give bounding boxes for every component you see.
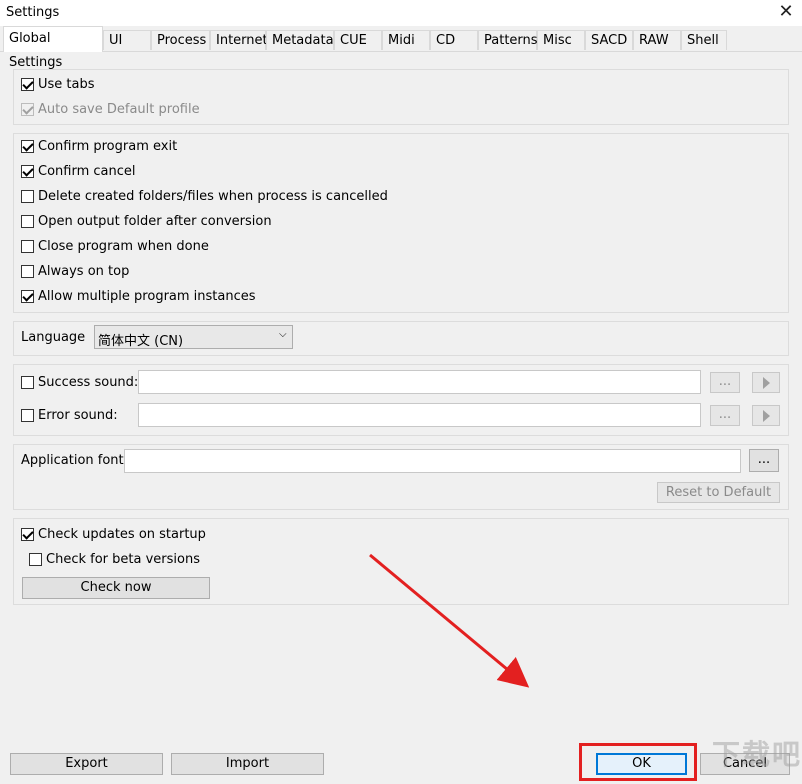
checkbox-label: Error sound: (38, 407, 118, 423)
confirm-exit-checkbox[interactable]: Confirm program exit (21, 137, 177, 155)
checkbox-box[interactable] (21, 408, 34, 422)
auto-save-checkbox: Auto save Default profile (21, 100, 200, 118)
title-bar: Settings ✕ (0, 0, 802, 26)
tab-process[interactable]: Process (151, 30, 210, 50)
play-icon (763, 410, 770, 422)
import-button[interactable]: Import (171, 753, 324, 775)
annotation-arrow (369, 553, 530, 688)
checkbox-label: Confirm program exit (38, 138, 178, 154)
annotation-highlight-box (579, 743, 697, 781)
success-sound-play-button[interactable] (752, 372, 780, 393)
button-label: Reset to Default (665, 485, 772, 500)
checkbox-box[interactable] (21, 264, 34, 278)
button-label: Import (225, 756, 270, 771)
success-sound-input[interactable] (138, 370, 701, 394)
reset-to-default-button[interactable]: Reset to Default (657, 482, 780, 503)
checkbox-box[interactable] (21, 214, 34, 228)
beta-versions-checkbox[interactable]: Check for beta versions (29, 550, 200, 568)
tab-label: Global Settings (9, 31, 63, 70)
multiple-instances-checkbox[interactable]: Allow multiple program instances (21, 287, 256, 305)
error-sound-checkbox[interactable]: Error sound: (21, 406, 118, 424)
button-label: Check now (80, 580, 152, 595)
tab-label: Internet (216, 33, 268, 48)
checkbox-box[interactable] (21, 139, 34, 153)
checkbox-label: Success sound: (38, 374, 139, 390)
confirm-cancel-checkbox[interactable]: Confirm cancel (21, 162, 135, 180)
play-icon (763, 377, 770, 389)
chevron-down-icon: ⌵ (279, 329, 287, 340)
window-title: Settings (6, 5, 60, 20)
tab-metadata[interactable]: Metadata (266, 30, 334, 50)
font-browse-button[interactable]: ... (749, 449, 779, 472)
checkbox-box[interactable] (29, 552, 42, 566)
tab-label: CD (436, 33, 456, 48)
success-sound-checkbox[interactable]: Success sound: (21, 373, 138, 391)
success-sound-browse-button[interactable]: ... (710, 372, 740, 393)
tab-global-settings[interactable]: Global Settings (3, 26, 103, 70)
checkbox-box[interactable] (21, 77, 34, 91)
tab-label: Process (157, 33, 207, 48)
error-sound-play-button[interactable] (752, 405, 780, 426)
tab-label: RAW (639, 33, 669, 48)
language-value: 简体中文 (CN) (98, 334, 184, 349)
tab-label: Metadata (272, 33, 334, 48)
checkbox-label: Open output folder after conversion (38, 213, 272, 229)
button-label: ... (718, 374, 732, 389)
checkbox-box[interactable] (21, 527, 34, 541)
tab-internet[interactable]: Internet (210, 30, 268, 50)
checkbox-label: Delete created folders/files when proces… (38, 188, 388, 204)
tab-cd[interactable]: CD (430, 30, 478, 50)
tab-label: Patterns (484, 33, 538, 48)
language-label: Language (21, 330, 86, 345)
tab-label: Shell (687, 33, 719, 48)
tab-patterns[interactable]: Patterns (478, 30, 538, 50)
checkbox-box[interactable] (21, 289, 34, 303)
close-icon[interactable]: ✕ (776, 2, 796, 22)
language-select[interactable]: 简体中文 (CN) ⌵ (94, 325, 293, 349)
always-on-top-checkbox[interactable]: Always on top (21, 262, 129, 280)
checkbox-label: Check for beta versions (46, 551, 200, 567)
checkbox-label: Use tabs (38, 76, 95, 92)
button-label: ... (757, 452, 771, 467)
checkbox-box[interactable] (21, 164, 34, 178)
tab-label: UI (109, 33, 123, 48)
tab-cue[interactable]: CUE (334, 30, 382, 50)
tab-shell[interactable]: Shell (681, 30, 727, 50)
tab-label: Misc (543, 33, 572, 48)
tab-label: Midi (388, 33, 415, 48)
checkbox-label: Always on top (38, 263, 130, 279)
checkbox-box[interactable] (21, 189, 34, 203)
tab-label: SACD (591, 33, 628, 48)
export-button[interactable]: Export (10, 753, 163, 775)
font-label: Application font: (21, 453, 129, 468)
checkbox-label: Allow multiple program instances (38, 288, 256, 304)
tab-ui[interactable]: UI (103, 30, 151, 50)
checkbox-label: Close program when done (38, 238, 209, 254)
tab-baseline (0, 51, 802, 52)
button-label: Export (65, 756, 108, 771)
checkbox-label: Confirm cancel (38, 163, 136, 179)
tab-sacd[interactable]: SACD (585, 30, 633, 50)
checkbox-box[interactable] (21, 239, 34, 253)
checkbox-box[interactable] (21, 375, 34, 389)
delete-created-checkbox[interactable]: Delete created folders/files when proces… (21, 187, 388, 205)
checkbox-label: Check updates on startup (38, 526, 206, 542)
tab-label: CUE (340, 33, 367, 48)
tab-misc[interactable]: Misc (537, 30, 585, 50)
use-tabs-checkbox[interactable]: Use tabs (21, 75, 95, 93)
tab-raw[interactable]: RAW (633, 30, 681, 50)
check-now-button[interactable]: Check now (22, 577, 210, 599)
error-sound-input[interactable] (138, 403, 701, 427)
watermark-logo: 下载吧 (712, 738, 802, 771)
checkbox-box (21, 102, 34, 116)
tab-midi[interactable]: Midi (382, 30, 430, 50)
font-input[interactable] (124, 449, 741, 473)
error-sound-browse-button[interactable]: ... (710, 405, 740, 426)
button-label: ... (718, 407, 732, 422)
open-output-checkbox[interactable]: Open output folder after conversion (21, 212, 272, 230)
close-when-done-checkbox[interactable]: Close program when done (21, 237, 209, 255)
checkbox-label: Auto save Default profile (38, 101, 200, 117)
check-updates-checkbox[interactable]: Check updates on startup (21, 525, 206, 543)
